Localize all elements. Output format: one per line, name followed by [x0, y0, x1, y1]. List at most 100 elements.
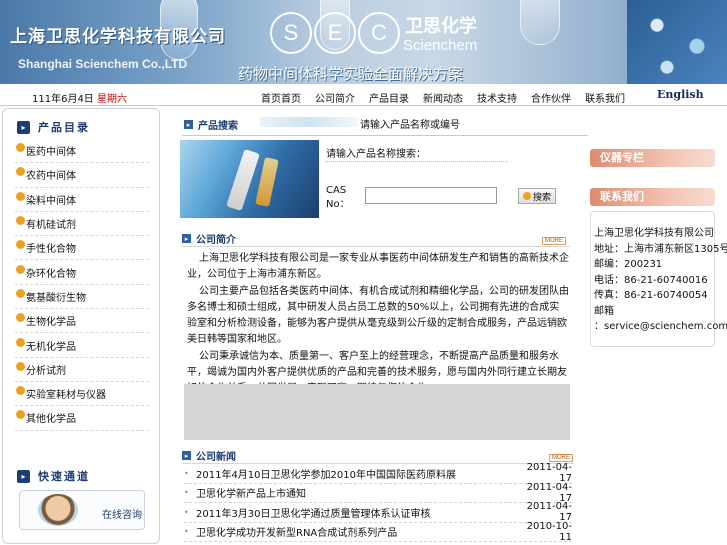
divider — [326, 161, 508, 162]
bullet-icon — [16, 143, 25, 153]
search-button[interactable]: 搜索 — [518, 188, 556, 204]
category-label: 染料中间体 — [26, 195, 76, 207]
brand-name-cn: 卫思化学 — [405, 16, 477, 37]
bullet-icon — [16, 337, 25, 347]
bullet-icon — [16, 410, 25, 420]
nav-link-partners[interactable]: 合作伙伴 — [531, 90, 585, 105]
contact-email[interactable]: ：service@scienchem.com — [594, 319, 727, 335]
slogan: 药物中间体科学实验全面解决方案 — [238, 65, 464, 83]
dna-helix-image — [627, 0, 727, 84]
online-consult-button[interactable]: 在线咨询 — [19, 490, 145, 530]
category-item[interactable]: 实验室耗材与仪器 — [15, 382, 149, 407]
image-placeholder — [184, 384, 570, 440]
arrow-right-icon: ▸ — [182, 234, 191, 243]
fast-channel-heading: ▸ 快速通道 — [17, 468, 90, 484]
logo-letter: E — [314, 12, 356, 54]
top-nav-bar: 111年6月4日 星期六 首页首页 公司简介 产品目录 新闻动态 技术支持 合作… — [0, 84, 727, 106]
news-item-title: 卫思化学新产品上市通知 — [196, 489, 306, 501]
fast-channel-title: 快速通道 — [38, 470, 90, 483]
nav-link-about[interactable]: 公司简介 — [315, 90, 369, 105]
category-label: 医药中间体 — [26, 147, 76, 159]
contact-line: 传真：86-21-60740054 — [594, 290, 708, 301]
left-sidebar: ▸ 产品目录 医药中间体 农药中间体 染料中间体 有机硅试剂 手性化合物 杂环化… — [2, 108, 160, 544]
category-label: 氨基酸衍生物 — [26, 292, 86, 304]
search-button-label: 搜索 — [532, 192, 551, 203]
consult-label: 在线咨询 — [102, 510, 142, 521]
news-item-date: 2010-10-11 — [526, 520, 572, 543]
category-label: 手性化合物 — [26, 244, 76, 256]
news-item[interactable]: • 2011年3月30日卫思化学通过质量管理体系认证审核 2011-04-17 — [184, 501, 572, 523]
category-item[interactable]: 农药中间体 — [15, 163, 149, 188]
contact-line: 电话：86-21-60740016 — [594, 274, 708, 286]
news-list: • 2011年4月10日卫思化学参加2010年中国国际医药原料展 2011-04-1… — [184, 462, 572, 543]
bullet-icon — [16, 264, 25, 274]
contact-line: 地址：上海市浦东新区1305号10楼 — [594, 243, 727, 255]
bullet-icon: • — [184, 488, 189, 498]
bullet-icon — [16, 313, 25, 323]
bullet-icon — [16, 361, 25, 371]
nav-link-news[interactable]: 新闻动态 — [423, 90, 477, 105]
sec-logo: S E C — [270, 12, 400, 54]
cas-search-input[interactable] — [365, 187, 497, 204]
about-paragraph: 公司主要产品包括各类医药中间体、有机合成试剂和精细化学品，公司的研发团队由多名博… — [187, 285, 569, 346]
contact-line: 上海卫思化学科技有限公司 — [594, 228, 714, 239]
search-note: 请输入产品名称或编号 — [360, 120, 460, 131]
gradient-decoration — [260, 117, 358, 127]
search-prompt: 请输入产品名称搜索： — [326, 149, 426, 160]
nav-link-home[interactable]: 首页首页 — [261, 90, 315, 105]
news-item[interactable]: • 卫思化学成功开发新型RNA合成试剂系列产品 2010-10-11 — [184, 520, 572, 543]
product-image — [180, 140, 319, 218]
product-catalog-heading: ▸ 产品目录 — [17, 119, 90, 135]
logo-letter: S — [270, 12, 312, 54]
news-heading: ▸ 公司新闻 — [182, 448, 236, 463]
english-link[interactable]: English — [657, 88, 704, 101]
news-item-title: 2011年3月30日卫思化学通过质量管理体系认证审核 — [196, 508, 431, 520]
logo-letter: C — [358, 12, 400, 54]
nav-link-contact[interactable]: 联系我们 — [585, 90, 639, 105]
news-more-button[interactable]: MORE — [549, 454, 573, 462]
bullet-icon: • — [184, 527, 189, 537]
category-item[interactable]: 医药中间体 — [15, 139, 149, 164]
category-label: 分析试剂 — [26, 365, 66, 377]
current-date: 111年6月4日 星期六 — [32, 90, 127, 105]
news-item[interactable]: • 卫思化学新产品上市通知 2011-04-17 — [184, 482, 572, 504]
bullet-icon — [16, 191, 25, 201]
about-title: 公司简介 — [196, 235, 236, 246]
company-name-cn: 上海卫思化学科技有限公司 — [10, 27, 226, 47]
contact-info: 上海卫思化学科技有限公司 地址：上海市浦东新区1305号10楼 邮编：20023… — [594, 226, 727, 335]
news-title: 公司新闻 — [196, 452, 236, 463]
category-label: 其他化学品 — [26, 414, 76, 426]
nav-link-support[interactable]: 技术支持 — [477, 90, 531, 105]
weekday-text: 星期六 — [97, 94, 127, 105]
contact-line: 邮箱 — [594, 305, 614, 317]
nav-link-products[interactable]: 产品目录 — [369, 90, 423, 105]
bullet-icon — [16, 167, 25, 177]
about-text: 上海卫思化学科技有限公司是一家专业从事医药中间体研发生产和销售的高新技术企业，公… — [187, 251, 569, 398]
category-item[interactable]: 手性化合物 — [15, 236, 149, 261]
category-item[interactable]: 有机硅试剂 — [15, 212, 149, 237]
about-heading: ▸ 公司简介 — [182, 231, 236, 246]
category-item[interactable]: 无机化学品 — [15, 333, 149, 358]
bullet-icon — [16, 288, 25, 298]
category-item[interactable]: 染料中间体 — [15, 188, 149, 212]
category-list: 医药中间体 农药中间体 染料中间体 有机硅试剂 手性化合物 杂环化合物 氨基酸衍… — [15, 139, 149, 431]
date-text: 111年6月4日 — [32, 94, 94, 105]
news-item[interactable]: • 2011年4月10日卫思化学参加2010年中国国际医药原料展 2011-04-1… — [184, 462, 572, 484]
category-item[interactable]: 杂环化合物 — [15, 260, 149, 285]
category-item[interactable]: 分析试剂 — [15, 358, 149, 382]
product-catalog-title: 产品目录 — [38, 121, 90, 134]
bullet-icon — [16, 216, 25, 226]
about-paragraph: 上海卫思化学科技有限公司是一家专业从事医药中间体研发生产和销售的高新技术企业，公… — [187, 253, 569, 281]
contact-us-heading: 联系我们 — [590, 188, 715, 206]
category-item[interactable]: 其他化学品 — [15, 406, 149, 431]
support-avatar — [38, 494, 78, 526]
beaker-decoration — [520, 0, 560, 45]
vial-decoration — [255, 157, 279, 207]
category-item[interactable]: 氨基酸衍生物 — [15, 285, 149, 310]
instrument-column-link[interactable]: 仪器专栏 — [590, 149, 715, 167]
header-banner: 上海卫思化学科技有限公司 Shanghai Scienchem Co.,LTD … — [0, 0, 727, 84]
search-icon — [522, 192, 531, 200]
category-label: 实验室耗材与仪器 — [26, 390, 106, 402]
category-item[interactable]: 生物化学品 — [15, 309, 149, 334]
about-more-button[interactable]: MORE — [542, 237, 566, 245]
